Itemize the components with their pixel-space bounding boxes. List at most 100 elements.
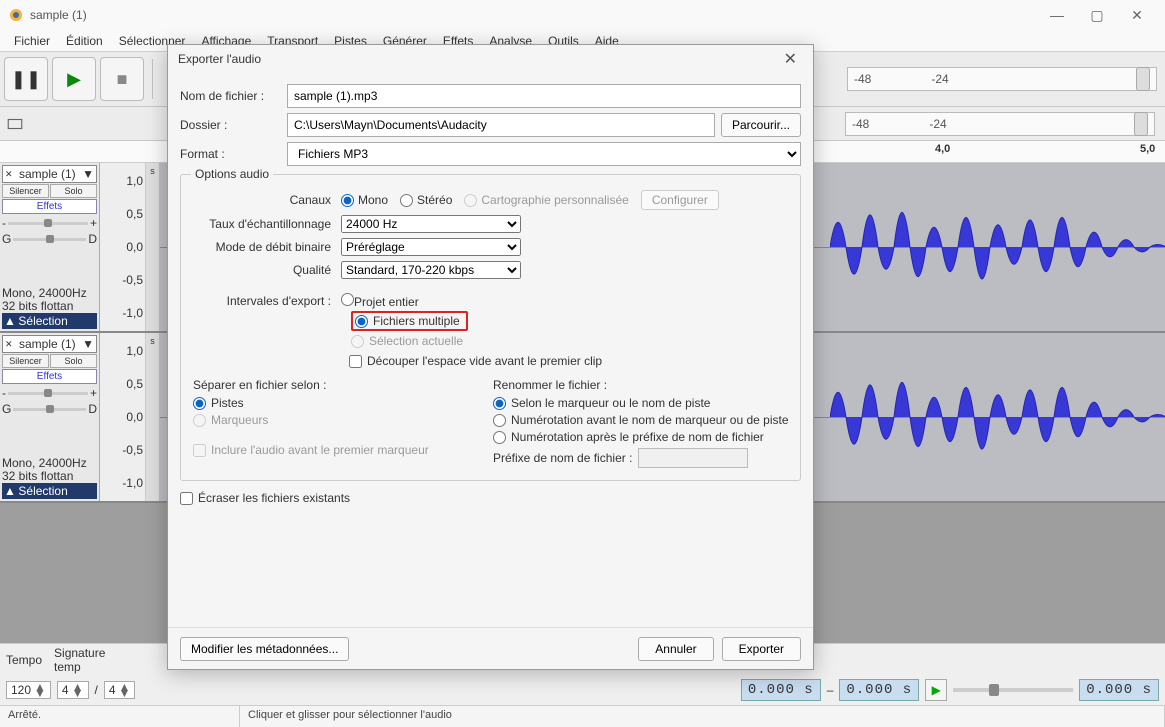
channel-stereo-radio[interactable]: Stéréo xyxy=(400,193,452,207)
interval-multiple-radio[interactable]: Fichiers multiple xyxy=(355,314,460,328)
trim-label: Découper l'espace vide avant le premier … xyxy=(367,354,602,368)
track-control-panel: ✕ sample (1) ▼ Silencer Solo Effets -+ G… xyxy=(0,333,100,501)
toolbar-divider xyxy=(152,59,153,99)
filename-label: Nom de fichier : xyxy=(180,89,287,103)
recording-meter[interactable]: -48 -24 xyxy=(847,67,1157,91)
maximize-button[interactable]: ▢ xyxy=(1077,1,1117,29)
overwrite-checkbox[interactable] xyxy=(180,492,193,505)
play-button[interactable]: ▶ xyxy=(52,57,96,101)
gain-plus-icon: + xyxy=(90,216,97,230)
gain-slider[interactable] xyxy=(8,222,88,225)
speed-slider[interactable] xyxy=(953,688,1073,692)
status-right: Cliquer et glisser pour sélectionner l'a… xyxy=(240,706,1165,727)
export-button[interactable]: Exporter xyxy=(722,637,801,661)
status-left: Arrêté. xyxy=(0,706,240,727)
meter-mark: -24 xyxy=(929,117,946,131)
app-logo-icon xyxy=(8,7,24,23)
effects-button[interactable]: Effets xyxy=(2,199,97,214)
meter-handle[interactable] xyxy=(1134,112,1148,136)
chevron-down-icon: ▼ xyxy=(82,167,94,181)
dialog-titlebar: Exporter l'audio ✕ xyxy=(168,45,813,73)
interval-label: Intervales d'export : xyxy=(193,294,341,308)
channel-custom-radio: Cartographie personnalisée xyxy=(464,193,628,207)
split-markers-radio: Marqueurs xyxy=(193,413,473,427)
bitrate-mode-label: Mode de débit binaire xyxy=(193,240,341,254)
overwrite-checkbox-row[interactable]: Écraser les fichiers existants xyxy=(180,491,801,505)
dialog-title: Exporter l'audio xyxy=(178,52,261,66)
pan-slider[interactable] xyxy=(13,408,86,411)
interval-multiple-highlight: Fichiers multiple xyxy=(351,311,468,331)
cancel-button[interactable]: Annuler xyxy=(638,637,713,661)
overwrite-label: Écraser les fichiers existants xyxy=(198,491,350,505)
sig-num-spinner[interactable]: 4▲▼ xyxy=(57,681,89,699)
dialog-close-button[interactable]: ✕ xyxy=(778,49,803,69)
pause-button[interactable]: ❚❚ xyxy=(4,57,48,101)
playback-meter[interactable]: -48 -24 xyxy=(845,112,1155,136)
selection-indicator[interactable]: ▲ Sélection xyxy=(2,483,97,499)
solo-button[interactable]: Solo xyxy=(50,184,97,198)
folder-label: Dossier : xyxy=(180,118,287,132)
chevron-down-icon: ▼ xyxy=(82,337,94,351)
rename-label: Renommer le fichier : xyxy=(493,378,789,392)
format-label: Format : xyxy=(180,147,287,161)
mute-button[interactable]: Silencer xyxy=(2,184,49,198)
stop-button[interactable]: ■ xyxy=(100,57,144,101)
quality-select[interactable]: Standard, 170-220 kbps xyxy=(341,261,521,279)
track-name-dropdown[interactable]: ✕ sample (1) ▼ xyxy=(2,165,97,183)
sig-den-spinner[interactable]: 4▲▼ xyxy=(104,681,136,699)
clip-label[interactable]: s xyxy=(146,163,160,331)
interval-selection-radio: Sélection actuelle xyxy=(351,334,788,348)
channel-mono-radio[interactable]: Mono xyxy=(341,193,388,207)
tempo-spinner[interactable]: 120▲▼ xyxy=(6,681,51,699)
time-dash: – xyxy=(827,683,834,697)
edit-metadata-button[interactable]: Modifier les métadonnées... xyxy=(180,637,349,661)
configure-button: Configurer xyxy=(641,190,719,210)
close-window-button[interactable]: ✕ xyxy=(1117,1,1157,29)
ruler-tick: 4,0 xyxy=(935,143,950,155)
rename-num-before-radio[interactable]: Numérotation avant le nom de marqueur ou… xyxy=(493,413,789,427)
interval-whole-radio[interactable]: Projet entier xyxy=(341,293,419,309)
menu-edit[interactable]: Édition xyxy=(58,32,111,50)
setup-icon[interactable] xyxy=(6,115,24,133)
include-before-checkbox: Inclure l'audio avant le premier marqueu… xyxy=(193,443,473,457)
menu-file[interactable]: Fichier xyxy=(6,32,58,50)
solo-button[interactable]: Solo xyxy=(50,354,97,368)
signature-label: Signature temp xyxy=(54,646,105,674)
track-name-dropdown[interactable]: ✕ sample (1) ▼ xyxy=(2,335,97,353)
split-tracks-radio[interactable]: Pistes xyxy=(193,396,473,410)
ruler-tick: 5,0 xyxy=(1140,143,1155,155)
audio-options-legend: Options audio xyxy=(191,167,273,181)
bitrate-mode-select[interactable]: Préréglage xyxy=(341,238,521,256)
quality-label: Qualité xyxy=(193,263,341,277)
gain-minus-icon: - xyxy=(2,216,6,230)
samplerate-select[interactable]: 24000 Hz xyxy=(341,215,521,233)
folder-input[interactable] xyxy=(287,113,715,137)
rename-marker-radio[interactable]: Selon le marqueur ou le nom de piste xyxy=(493,396,789,410)
channels-label: Canaux xyxy=(193,193,341,207)
track-db-scale: 1,00,50,0-0,5-1,0 xyxy=(100,163,146,331)
effects-button[interactable]: Effets xyxy=(2,369,97,384)
pan-slider[interactable] xyxy=(13,238,86,241)
selection-indicator[interactable]: ▲ Sélection xyxy=(2,313,97,329)
meter-handle[interactable] xyxy=(1136,67,1150,91)
export-audio-dialog: Exporter l'audio ✕ Nom de fichier : Doss… xyxy=(167,44,814,670)
trim-checkbox[interactable] xyxy=(349,355,362,368)
slash: / xyxy=(95,683,98,697)
dialog-footer: Modifier les métadonnées... Annuler Expo… xyxy=(168,627,813,669)
pan-left-label: G xyxy=(2,232,11,246)
mute-button[interactable]: Silencer xyxy=(2,354,49,368)
filename-input[interactable] xyxy=(287,84,801,108)
browse-button[interactable]: Parcourir... xyxy=(721,113,801,137)
pan-right-label: D xyxy=(88,232,97,246)
window-title: sample (1) xyxy=(30,8,1037,22)
tempo-label: Tempo xyxy=(6,653,42,667)
rename-num-after-radio[interactable]: Numérotation après le préfixe de nom de … xyxy=(493,430,789,444)
clip-label[interactable]: s xyxy=(146,333,160,501)
status-bar: Arrêté. Cliquer et glisser pour sélectio… xyxy=(0,705,1165,727)
minimize-button[interactable]: — xyxy=(1037,1,1077,29)
track-db-scale: 1,00,50,0-0,5-1,0 xyxy=(100,333,146,501)
track-name-label: sample (1) xyxy=(19,337,76,351)
gain-slider[interactable] xyxy=(8,392,88,395)
track-format-info: Mono, 24000Hz 32 bits flottan xyxy=(2,287,97,313)
format-select[interactable]: Fichiers MP3 xyxy=(287,142,801,166)
